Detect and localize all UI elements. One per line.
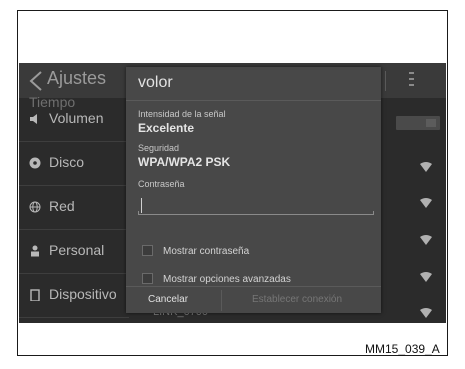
connect-button[interactable]: Establecer conexión — [222, 287, 381, 314]
sidebar-item-label: Personal — [49, 242, 105, 258]
sidebar-item-volume[interactable]: Volumen — [19, 98, 129, 142]
settings-sidebar: Tiempo Volumen Disco Red Personal Dispos… — [19, 94, 129, 323]
security-value: WPA/WPA2 PSK — [138, 155, 231, 169]
signal-strength-label: Intensidad de la señal — [138, 109, 226, 119]
device-screen: Ajustes Tiempo Volumen Disco Red Persona… — [19, 63, 446, 323]
dialog-header: volor — [126, 67, 381, 101]
figure-caption: MM15_039_A — [365, 342, 440, 356]
sidebar-item-disc[interactable]: Disco — [19, 142, 129, 186]
person-icon — [31, 245, 39, 257]
sidebar-item-label: Volumen — [49, 110, 104, 126]
wifi-lock-icon — [420, 272, 432, 282]
security-label: Seguridad — [138, 143, 180, 153]
wifi-lock-icon — [420, 235, 432, 245]
dialog-button-bar: Cancelar Establecer conexión — [126, 286, 381, 313]
globe-icon — [29, 201, 41, 213]
sidebar-item-personal[interactable]: Personal — [19, 230, 129, 274]
show-password-label: Mostrar contraseña — [163, 246, 250, 257]
network-list-edge — [372, 98, 446, 323]
settings-title: Ajustes — [47, 68, 107, 88]
back-chevron-icon[interactable] — [25, 69, 47, 93]
sidebar-item-network[interactable]: Red — [19, 186, 129, 230]
overflow-menu-icon[interactable] — [409, 72, 415, 90]
cancel-button[interactable]: Cancelar — [126, 287, 221, 314]
cancel-button-label: Cancelar — [148, 294, 189, 305]
advanced-options-checkbox[interactable] — [142, 273, 153, 284]
advanced-options-label: Mostrar opciones avanzadas — [163, 274, 291, 285]
disc-icon — [29, 157, 41, 169]
password-input[interactable] — [138, 194, 374, 218]
sidebar-item-label: Disco — [49, 154, 85, 170]
show-password-checkbox[interactable] — [142, 245, 153, 256]
password-label: Contraseña — [138, 179, 185, 189]
speaker-icon — [30, 114, 37, 124]
action-bar-divider — [385, 71, 386, 91]
dialog-title: volor — [138, 74, 173, 91]
sidebar-item-label: Dispositivo — [49, 286, 117, 302]
device-icon — [30, 289, 40, 301]
wifi-signal-icon — [420, 308, 432, 318]
signal-strength-value: Excelente — [138, 121, 195, 135]
wifi-toggle[interactable] — [396, 116, 440, 130]
wifi-signal-icon — [420, 162, 432, 172]
sidebar-item-label: Red — [49, 198, 75, 214]
text-cursor — [141, 198, 142, 213]
connect-button-label: Establecer conexión — [252, 294, 343, 305]
sidebar-item-device[interactable]: Dispositivo — [19, 274, 129, 318]
wifi-connect-dialog: volor Intensidad de la señal Excelente S… — [126, 67, 381, 313]
wifi-lock-icon — [420, 198, 432, 208]
